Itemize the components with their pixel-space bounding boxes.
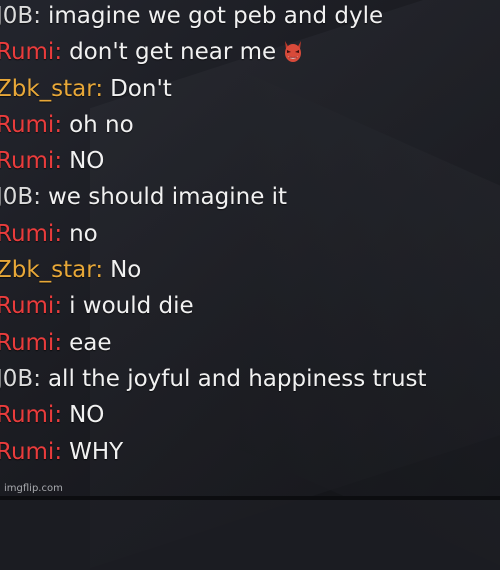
chat-username: Rumi: — [0, 148, 63, 175]
chat-message-text: i would die — [69, 293, 194, 320]
chat-message-text: oh no — [69, 111, 134, 138]
chat-username: J0B: — [0, 365, 41, 392]
chat-username: J0B: — [0, 184, 41, 211]
chat-message: Rumi: don't get near me — [0, 35, 500, 71]
chat-username: Rumi: — [0, 438, 63, 465]
chat-message-text: eae — [69, 329, 112, 356]
chat-username: Rumi: — [0, 39, 63, 66]
chat-message: Rumi: WHY — [0, 435, 500, 471]
chat-message-text: don't get near me — [69, 39, 277, 66]
chat-message-text: No — [110, 257, 142, 284]
chat-username: Rumi: — [0, 329, 63, 356]
chat-message-text: we should imagine it — [47, 184, 288, 211]
chat-message: J0B: imagine we got peb and dyle — [0, 0, 500, 35]
chat-message: J0B: all the joyful and happiness trust — [0, 362, 500, 398]
devil-icon — [282, 38, 304, 64]
chat-username: Rumi: — [0, 111, 63, 138]
chat-message: Rumi: NO — [0, 144, 500, 180]
chat-message-text: imagine we got peb and dyle — [47, 3, 384, 29]
chat-message: Zbk_star: Don't — [0, 72, 500, 108]
chat-message-text: NO — [69, 402, 105, 429]
chat-message-text: no — [69, 220, 98, 247]
chat-message: J0B: we should imagine it — [0, 180, 500, 216]
chat-log: J0B: imagine we got peb and dyle Rumi: don… — [0, 0, 500, 471]
chat-message-text: all the joyful and happiness trust — [47, 365, 427, 392]
chat-username: Rumi: — [0, 220, 63, 247]
chat-username: Zbk_star: — [0, 75, 104, 102]
chat-username: Rumi: — [0, 402, 63, 429]
imgflip-watermark: imgflip.com — [4, 483, 63, 494]
bottom-border — [0, 496, 500, 500]
chat-message: Zbk_star: No — [0, 253, 500, 289]
chat-username: J0B: — [0, 3, 41, 29]
chat-message: Rumi: no — [0, 217, 500, 253]
chat-message-text: NO — [69, 148, 105, 175]
chat-username: Rumi: — [0, 293, 63, 320]
chat-message-text: WHY — [69, 438, 124, 465]
chat-message: Rumi: i would die — [0, 289, 500, 325]
chat-message: Rumi: eae — [0, 326, 500, 362]
chat-message: Rumi: oh no — [0, 108, 500, 144]
chat-message: Rumi: NO — [0, 398, 500, 434]
chat-message-text: Don't — [110, 75, 172, 102]
chat-username: Zbk_star: — [0, 257, 104, 284]
